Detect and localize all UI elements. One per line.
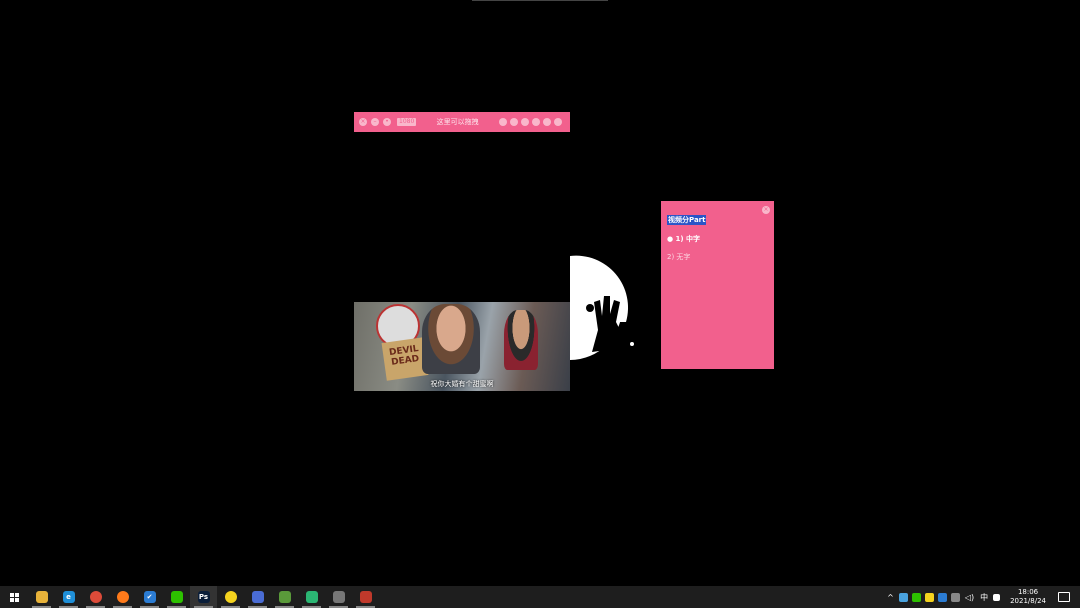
help-icon[interactable] xyxy=(543,118,551,126)
close-icon[interactable]: × xyxy=(359,118,367,126)
ime-indicator[interactable]: 中 xyxy=(980,592,988,603)
taskbar-app-pen-app[interactable] xyxy=(325,586,352,608)
taskbar-app-notepad-app[interactable] xyxy=(271,586,298,608)
battery-icon[interactable] xyxy=(950,592,960,602)
taskbar: e ✔ Ps ^ ◁) 中 18:06 2021/8/24 xyxy=(0,586,1080,608)
wechat-tray-icon[interactable] xyxy=(911,592,921,602)
pen-app-icon xyxy=(332,591,345,603)
clock[interactable]: 18:06 2021/8/24 xyxy=(1010,588,1046,606)
bystander-figure xyxy=(504,310,538,370)
subtitle-icon[interactable] xyxy=(510,118,518,126)
network-app-icon[interactable] xyxy=(898,592,908,602)
green-app-icon xyxy=(305,591,318,603)
tool-app-icon xyxy=(359,591,372,603)
photoshop-icon: Ps xyxy=(197,591,210,603)
taskbar-app-todo[interactable]: ✔ xyxy=(136,586,163,608)
taskbar-app-list: e ✔ Ps xyxy=(28,586,379,608)
firefox-icon xyxy=(116,591,129,603)
panel-title: 视频分Part xyxy=(667,215,707,225)
todo-icon: ✔ xyxy=(143,591,156,603)
player-toolbar[interactable]: × – • 1080 这里可以拖拽 xyxy=(354,112,570,132)
taskbar-app-photoshop[interactable]: Ps xyxy=(190,586,217,608)
taskbar-app-green-app[interactable] xyxy=(298,586,325,608)
quality-button[interactable]: 1080 xyxy=(397,118,417,126)
taskbar-app-tool-app[interactable] xyxy=(352,586,379,608)
clock-date: 2021/8/24 xyxy=(1010,597,1046,605)
minimize-icon[interactable]: – xyxy=(371,118,379,126)
playlist-icon[interactable] xyxy=(499,118,507,126)
taskbar-app-chrome[interactable] xyxy=(82,586,109,608)
disc-mascot-logo xyxy=(570,255,634,360)
taskbar-app-file-explorer[interactable] xyxy=(28,586,55,608)
input-method-icon[interactable] xyxy=(993,593,1001,601)
clock-time: 18:06 xyxy=(1017,588,1039,596)
wechat-icon xyxy=(170,591,183,603)
taskbar-app-edge[interactable]: e xyxy=(55,586,82,608)
video-part-panel: 视频分Part × ● 1) 中字 2) 无字 xyxy=(661,201,774,369)
taskbar-app-remote-app[interactable] xyxy=(244,586,271,608)
pin-icon[interactable]: • xyxy=(383,118,391,126)
drag-handle-label[interactable]: 这里可以拖拽 xyxy=(416,117,499,127)
taskbar-app-qq-music[interactable] xyxy=(217,586,244,608)
notepad-app-icon xyxy=(278,591,291,603)
taskbar-app-firefox[interactable] xyxy=(109,586,136,608)
part-item[interactable]: 2) 无字 xyxy=(667,252,768,262)
chrome-icon xyxy=(89,591,102,603)
notification-icon[interactable] xyxy=(1058,592,1070,602)
video-frame[interactable]: DEVIL DEAD 祝你大婚有个甜蜜啊 xyxy=(354,302,570,391)
system-tray: ^ ◁) 中 18:06 2021/8/24 xyxy=(884,586,1080,608)
volume-icon[interactable]: ◁) xyxy=(965,593,974,602)
close-icon[interactable]: × xyxy=(762,206,770,214)
volume-icon[interactable] xyxy=(521,118,529,126)
qq-tray-icon[interactable] xyxy=(937,592,947,602)
taskbar-app-wechat[interactable] xyxy=(163,586,190,608)
remote-app-icon xyxy=(251,591,264,603)
settings-icon[interactable] xyxy=(532,118,540,126)
exit-icon[interactable] xyxy=(554,118,562,126)
window-edge-indicator xyxy=(472,0,608,1)
windows-logo-icon xyxy=(9,592,19,602)
part-item[interactable]: ● 1) 中字 xyxy=(667,234,768,244)
file-explorer-icon xyxy=(35,591,48,603)
actor-figure xyxy=(422,304,480,374)
start-button[interactable] xyxy=(0,586,28,608)
qq-music-icon xyxy=(224,591,237,603)
edge-icon: e xyxy=(62,591,75,603)
chevron-up-icon[interactable]: ^ xyxy=(887,593,894,602)
video-subtitle: 祝你大婚有个甜蜜啊 xyxy=(430,380,494,388)
music-tray-icon[interactable] xyxy=(924,592,934,602)
